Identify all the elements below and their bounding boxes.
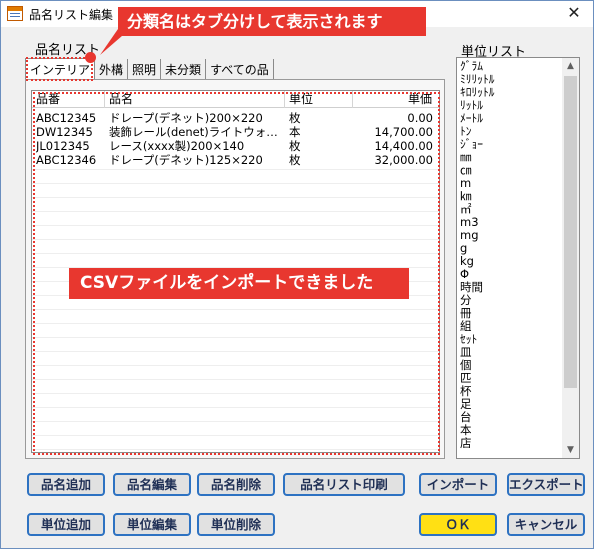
unit-list-item[interactable]: m <box>460 177 471 190</box>
unit-list-item[interactable]: 分 <box>460 294 472 307</box>
unit-list-item[interactable]: 冊 <box>460 307 472 320</box>
unit-list-item[interactable]: ｾｯﾄ <box>460 333 477 346</box>
active-tab-highlight <box>26 57 93 81</box>
unit-list-item[interactable]: ｸﾞﾗﾑ <box>460 60 483 73</box>
ok-button[interactable]: ＯＫ <box>419 513 497 536</box>
unit-list-item[interactable]: ㎜ <box>460 151 472 164</box>
unit-list-item[interactable]: 店 <box>460 437 472 450</box>
unit-list-item[interactable]: 組 <box>460 320 472 333</box>
unit-list-item[interactable]: 台 <box>460 411 472 424</box>
app-window-icon <box>7 6 23 21</box>
unit-list-item[interactable]: 皿 <box>460 346 472 359</box>
edit-item-button[interactable]: 品名編集 <box>113 473 191 496</box>
csv-import-callout: CSVファイルをインポートできました <box>69 268 409 299</box>
tab-2[interactable]: 照明 <box>128 59 162 80</box>
unit-listbox[interactable]: 店本台足杯匹個皿ｾｯﾄ組冊分時間 Φkg g mg m3 ㎡㎞ m ㎝㎜ｼﾞｮｰ ﾄﾝ ﾒｰﾄﾙﾘ… <box>456 57 580 459</box>
edit-unit-button[interactable]: 単位編集 <box>113 513 191 536</box>
unit-list-item[interactable]: Φ <box>460 268 469 281</box>
unit-list-item[interactable]: ﾄﾝ <box>460 125 472 138</box>
unit-list-item[interactable]: mg <box>460 229 479 242</box>
unit-list-item[interactable]: ㎞ <box>460 190 472 203</box>
export-button[interactable]: エクスポート <box>507 473 585 496</box>
item-list-edit-dialog: 品名リスト編集 ✕ 品名リスト インテリア 外構 照明 未分類 すべての品 品番 品名 単位… <box>0 0 594 549</box>
unit-list-item[interactable]: ﾐﾘﾘｯﾄﾙ <box>460 73 495 86</box>
unit-list-item[interactable]: 足 <box>460 398 472 411</box>
print-item-list-button[interactable]: 品名リスト印刷 <box>283 473 405 496</box>
unit-list-item[interactable]: 匹 <box>460 372 472 385</box>
unit-list-item[interactable]: 杯 <box>460 385 472 398</box>
cancel-button[interactable]: キャンセル <box>507 513 585 536</box>
unit-list-item[interactable]: m3 <box>460 216 479 229</box>
unit-list-item[interactable]: ｷﾛﾘｯﾄﾙ <box>460 86 495 99</box>
unit-list-item[interactable]: 本 <box>460 424 472 437</box>
add-item-button[interactable]: 品名追加 <box>27 473 105 496</box>
tab-1[interactable]: 外構 <box>95 59 129 80</box>
close-button[interactable]: ✕ <box>563 3 585 23</box>
unit-list-item[interactable]: 個 <box>460 359 472 372</box>
delete-item-button[interactable]: 品名削除 <box>197 473 275 496</box>
add-unit-button[interactable]: 単位追加 <box>27 513 105 536</box>
unit-list-item[interactable]: ﾘｯﾄﾙ <box>460 99 483 112</box>
callout-dot <box>85 52 96 63</box>
tab-3[interactable]: 未分類 <box>161 59 207 80</box>
tabs-callout: 分類名はタブ分けして表示されます <box>118 7 426 36</box>
unit-list-item[interactable]: 時間 <box>460 281 483 294</box>
import-button[interactable]: インポート <box>419 473 497 496</box>
unit-list-scrollbar[interactable]: ▲ ▼ <box>562 58 579 458</box>
delete-unit-button[interactable]: 単位削除 <box>197 513 275 536</box>
unit-list-item[interactable]: kg <box>460 255 474 268</box>
unit-list-item[interactable]: ｼﾞｮｰ <box>460 138 483 151</box>
unit-list-item[interactable]: g <box>460 242 467 255</box>
unit-list-item[interactable]: ㎝ <box>460 164 472 177</box>
tab-4[interactable]: すべての品 <box>206 59 274 80</box>
scroll-down-arrow-icon[interactable]: ▼ <box>562 442 579 458</box>
scroll-up-arrow-icon[interactable]: ▲ <box>562 58 579 74</box>
unit-list-item[interactable]: ﾒｰﾄﾙ <box>460 112 483 125</box>
scroll-thumb[interactable] <box>564 76 577 388</box>
unit-list-item[interactable]: ㎡ <box>460 203 472 216</box>
window-title: 品名リスト編集 <box>29 8 114 22</box>
